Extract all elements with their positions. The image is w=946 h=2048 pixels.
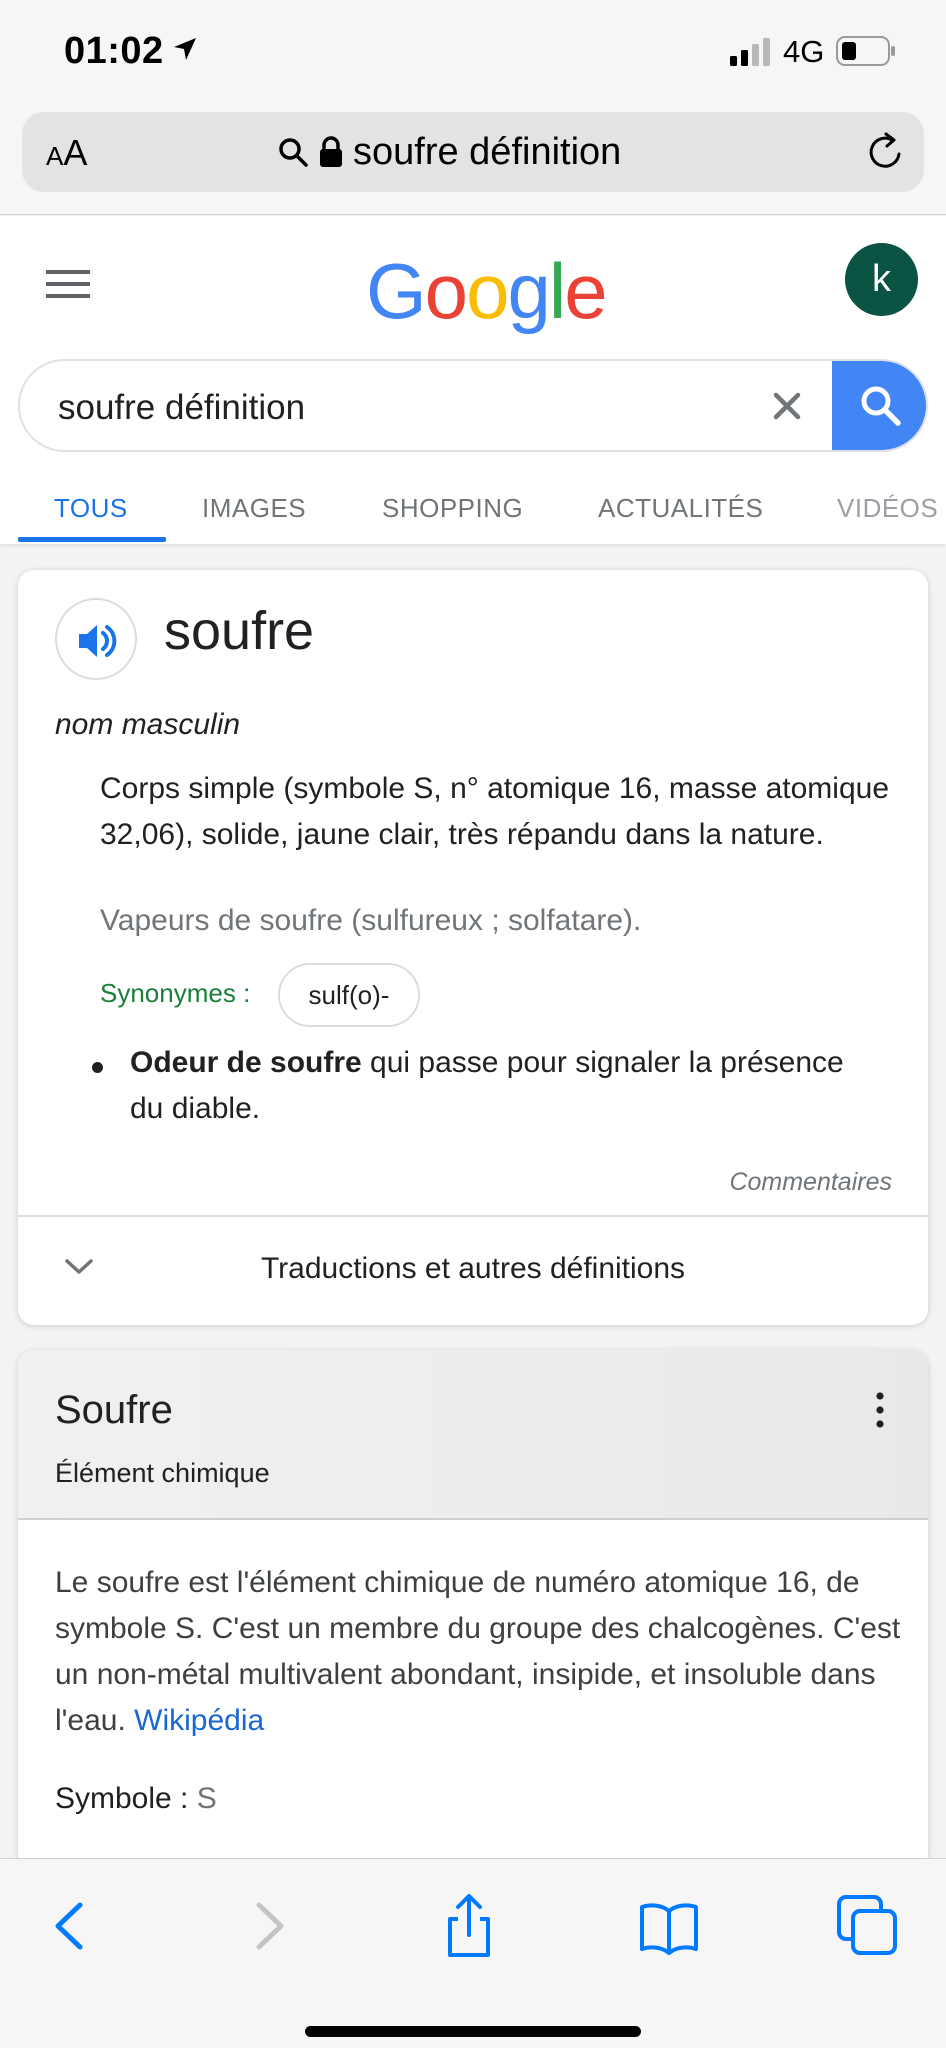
url-text: soufre définition xyxy=(353,130,622,173)
translations-label: Traductions et autres définitions xyxy=(260,1252,686,1285)
browser-address-bar: AA soufre définition xyxy=(0,100,946,215)
knowledge-panel-card: Soufre Élément chimique Le soufre est l'… xyxy=(18,1350,928,1870)
translations-expander[interactable]: Traductions et autres définitions xyxy=(18,1217,928,1325)
lock-icon xyxy=(320,136,342,167)
tab-images[interactable]: IMAGES xyxy=(202,493,306,524)
tab-all[interactable]: TOUS xyxy=(54,493,128,524)
knowledge-description: Le soufre est l'élément chimique de numé… xyxy=(55,1566,901,1737)
reload-icon[interactable] xyxy=(866,132,906,172)
back-icon[interactable] xyxy=(36,1891,106,1961)
knowledge-panel-header: Soufre Élément chimique xyxy=(18,1350,928,1520)
share-icon[interactable] xyxy=(434,1891,504,1961)
active-tab-indicator xyxy=(18,537,166,542)
tab-news[interactable]: ACTUALITÉS xyxy=(598,493,763,524)
cellular-signal-icon xyxy=(730,38,770,66)
wikipedia-link[interactable]: Wikipédia xyxy=(134,1704,264,1737)
location-arrow-icon xyxy=(174,38,196,60)
more-options-icon[interactable] xyxy=(876,1392,884,1428)
network-type: 4G xyxy=(783,34,825,69)
speaker-icon xyxy=(79,625,117,657)
account-avatar[interactable]: k xyxy=(845,243,918,316)
home-indicator xyxy=(305,2026,641,2037)
tabs-icon[interactable] xyxy=(833,1891,903,1961)
example-text: Vapeurs de soufre (sulfureux ; solfatare… xyxy=(100,904,642,937)
synonym-chip[interactable]: sulf(o)- xyxy=(278,963,420,1027)
dictionary-card: soufre nom masculin Corps simple (symbol… xyxy=(18,570,928,1325)
clear-search-icon[interactable] xyxy=(768,387,806,425)
definition-text: Corps simple (symbole S, n° atomique 16,… xyxy=(100,772,890,851)
knowledge-subtitle: Élément chimique xyxy=(55,1458,270,1488)
google-header: Google k soufre définition TOUS IMAGES S… xyxy=(0,216,946,544)
reader-text-size-button[interactable]: AA xyxy=(46,132,87,174)
search-button[interactable] xyxy=(832,361,926,450)
search-input[interactable]: soufre définition xyxy=(58,388,305,428)
hamburger-menu-icon[interactable] xyxy=(46,268,90,300)
browser-toolbar xyxy=(0,1858,946,2048)
tab-shopping[interactable]: SHOPPING xyxy=(382,493,523,524)
usage-example: Odeur de soufre qui passe pour signaler … xyxy=(130,1046,844,1125)
knowledge-fact-symbol: Symbole : S xyxy=(55,1782,217,1815)
part-of-speech: nom masculin xyxy=(55,708,241,741)
forward-icon[interactable] xyxy=(233,1891,303,1961)
battery-icon xyxy=(836,36,895,66)
feedback-link[interactable]: Commentaires xyxy=(729,1168,892,1197)
search-icon xyxy=(279,138,308,167)
status-time: 01:02 xyxy=(64,30,164,72)
search-box[interactable]: soufre définition xyxy=(18,359,928,452)
dictionary-word: soufre xyxy=(164,601,315,661)
bookmarks-icon[interactable] xyxy=(634,1891,704,1961)
knowledge-title: Soufre xyxy=(55,1388,173,1432)
pronunciation-button[interactable] xyxy=(55,598,137,680)
synonyms-label: Synonymes : xyxy=(100,978,251,1008)
google-logo[interactable]: Google xyxy=(366,246,608,337)
tab-videos[interactable]: VIDÉOS xyxy=(837,493,938,524)
bullet-dot xyxy=(92,1062,103,1073)
search-tabs: TOUS IMAGES SHOPPING ACTUALITÉS VIDÉOS xyxy=(0,471,946,544)
address-field[interactable]: AA soufre définition xyxy=(22,112,924,192)
status-bar: 01:02 4G xyxy=(0,0,946,100)
search-icon xyxy=(861,386,901,426)
